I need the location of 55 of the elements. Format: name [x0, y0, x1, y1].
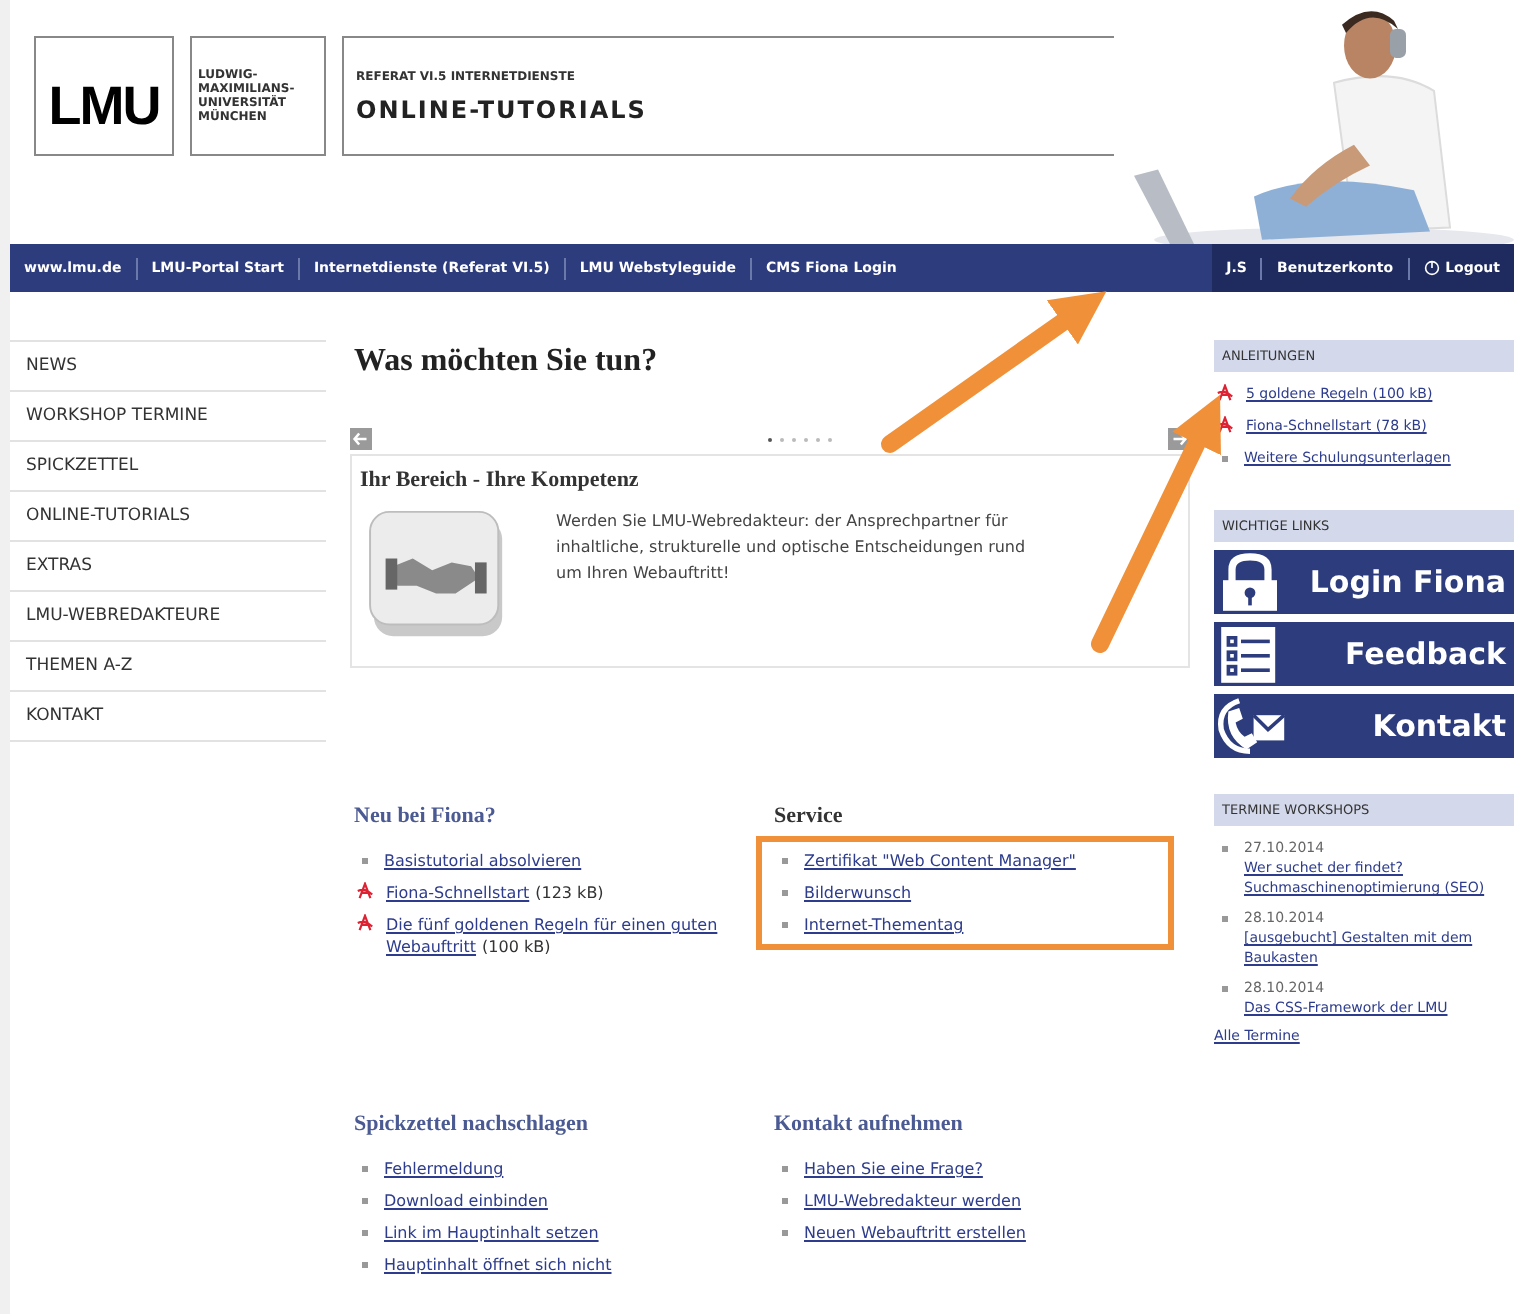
bullet-icon [362, 1230, 368, 1236]
bullet-icon [1222, 916, 1228, 922]
sidebar-item[interactable]: EXTRAS [10, 542, 326, 592]
bullet-icon [782, 858, 788, 864]
page-heading: Was möchten Sie tun? [354, 344, 660, 380]
text-link[interactable]: Bilderwunsch [804, 882, 912, 904]
text-link[interactable]: Fehlermeldung [384, 1158, 504, 1180]
text-link[interactable]: Basistutorial absolvieren [384, 850, 582, 872]
link-banner[interactable]: Login Fiona [1214, 550, 1514, 614]
pdf-icon [1216, 384, 1234, 402]
sidebar-item[interactable]: THEMEN A-Z [10, 642, 326, 692]
text-link[interactable]: Haben Sie eine Frage? [804, 1158, 983, 1180]
bullet-icon [362, 1166, 368, 1172]
phone-mail-icon [1214, 696, 1286, 756]
text-link[interactable]: Hauptinhalt öffnet sich nicht [384, 1254, 612, 1276]
text-link[interactable]: Fiona-Schnellstart (123 kB) [386, 882, 604, 904]
bullet-icon [362, 858, 368, 864]
bullet-icon [782, 890, 788, 896]
bullet-icon [1222, 986, 1228, 992]
section-heading: Neu bei Fiona? [354, 804, 498, 828]
slide-title: Ihr Bereich - Ihre Kompetenz [360, 468, 641, 492]
section-heading: Spickzettel nachschlagen [354, 1112, 591, 1136]
section-heading: Kontakt aufnehmen [774, 1112, 965, 1136]
text-link[interactable]: LMU-Webredakteur werden [804, 1190, 1022, 1212]
text-link[interactable]: Link im Hauptinhalt setzen [384, 1222, 599, 1244]
bullet-icon [782, 1198, 788, 1204]
sidebar-item[interactable]: ONLINE-TUTORIALS [10, 492, 326, 542]
text-link[interactable]: Internet-Thementag [804, 914, 964, 936]
bullet-icon [362, 1262, 368, 1268]
bullet-icon [1222, 846, 1228, 852]
bullet-icon [1222, 456, 1228, 462]
section-heading: Service [774, 804, 845, 828]
power-icon [1423, 260, 1440, 276]
text-link[interactable]: Die fünf goldenen Regeln für einen guten Webauftritt (100 kB) [386, 914, 746, 958]
pdf-icon [356, 914, 374, 932]
sidebar-item[interactable]: NEWS [10, 342, 326, 392]
text-link[interactable]: Neuen Webauftritt erstellen [804, 1222, 1026, 1244]
sidebar-item[interactable]: LMU-WEBREDAKTEURE [10, 592, 326, 642]
lmu-logo: LMU [34, 36, 174, 156]
sidebar-item[interactable]: WORKSHOP TERMINE [10, 392, 326, 442]
site-title: ONLINE-TUTORIALS [356, 95, 649, 123]
sidebar-item[interactable]: SPICKZETTEL [10, 442, 326, 492]
bullet-icon [782, 922, 788, 928]
bullet-icon [782, 1230, 788, 1236]
pdf-icon [1216, 416, 1234, 434]
previous-icon[interactable] [350, 428, 372, 450]
link-banner[interactable]: Kontakt [1214, 694, 1514, 758]
text-link[interactable]: Download einbinden [384, 1190, 548, 1212]
link-banner[interactable]: Feedback [1214, 622, 1514, 686]
slide-text: Werden Sie LMU-Webredakteur: der Ansprechpartner für inhaltliche, strukturelle und optische Entscheidungen rund um Ihren Webauftritt! [556, 510, 1028, 586]
sidebar-item[interactable]: KONTAKT [10, 692, 326, 742]
bullet-icon [782, 1166, 788, 1172]
pdf-icon [356, 882, 374, 900]
text-link[interactable]: Zertifikat "Web Content Manager" [804, 850, 1076, 872]
bullet-icon [362, 1198, 368, 1204]
